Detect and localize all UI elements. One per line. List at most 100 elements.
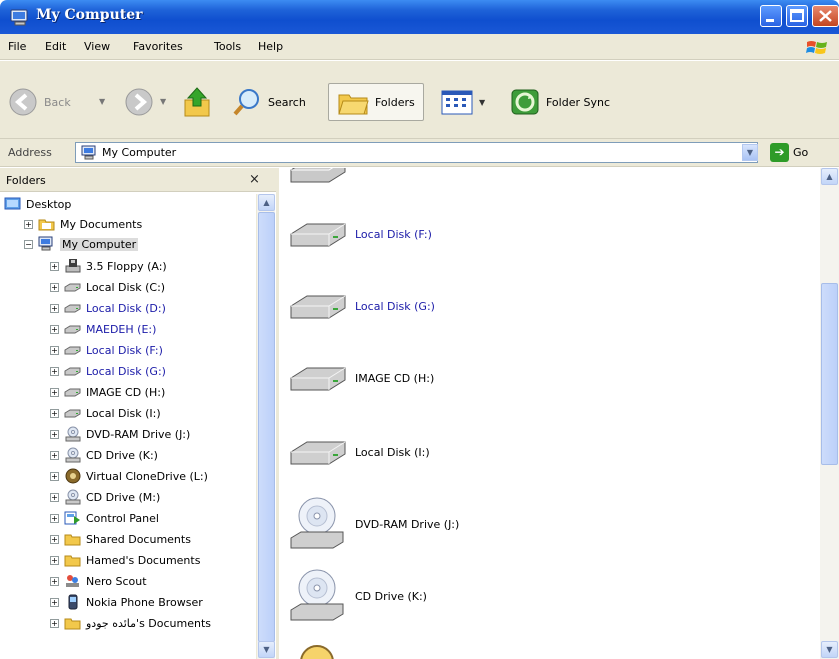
menu-view[interactable]: View	[84, 40, 110, 53]
address-bar: Address My Computer ▼ ➔ Go	[0, 139, 839, 167]
tree-item-control-panel[interactable]: + Control Panel	[50, 508, 159, 528]
maximize-button[interactable]	[786, 5, 808, 27]
tree-item-my-computer[interactable]: − My Computer	[24, 234, 139, 254]
drive-item-h[interactable]: IMAGE CD (H:)	[287, 360, 434, 396]
expand-icon[interactable]: +	[50, 450, 59, 460]
expand-icon[interactable]: +	[50, 345, 59, 355]
tree-item-drive-i[interactable]: + Local Disk (I:)	[50, 403, 161, 423]
drive-item-i[interactable]: Local Disk (I:)	[287, 434, 430, 470]
expand-icon[interactable]: +	[50, 492, 59, 502]
drive-item-partial[interactable]	[287, 168, 349, 190]
back-dropdown-icon[interactable]: ▼	[99, 97, 105, 106]
menu-bar: File Edit View Favorites Tools Help	[0, 34, 839, 60]
close-pane-icon[interactable]: ×	[249, 172, 260, 187]
expand-icon[interactable]: +	[50, 324, 59, 334]
tree-item-drive-f[interactable]: + Local Disk (F:)	[50, 340, 163, 360]
close-button[interactable]	[812, 5, 839, 27]
tree-label: IMAGE CD (H:)	[86, 385, 166, 399]
menu-help[interactable]: Help	[258, 40, 283, 53]
folders-pane-header: Folders ×	[0, 168, 276, 192]
folder-tree-scrollbar[interactable]: ▲ ▼	[256, 194, 275, 659]
tree-item-drive-g[interactable]: + Local Disk (G:)	[50, 361, 166, 381]
menu-edit[interactable]: Edit	[45, 40, 66, 53]
tree-item-persian-documents[interactable]: + مائده جودو's Documents	[50, 613, 211, 633]
scroll-up-button[interactable]: ▲	[258, 194, 275, 211]
folder-icon	[64, 618, 81, 630]
tree-item-desktop[interactable]: Desktop	[4, 194, 71, 214]
tree-label: My Documents	[60, 217, 143, 231]
expand-icon[interactable]: +	[50, 618, 59, 628]
content-scrollbar[interactable]: ▲ ▼	[820, 168, 839, 659]
virtual-drive-icon	[65, 468, 81, 484]
views-button[interactable]: ▼	[441, 84, 485, 120]
expand-icon[interactable]: +	[50, 534, 59, 544]
drive-item-k[interactable]: CD Drive (K:)	[287, 566, 427, 626]
menu-tools[interactable]: Tools	[214, 40, 241, 53]
tree-item-drive-c[interactable]: + Local Disk (C:)	[50, 277, 165, 297]
tree-item-nokia-phone-browser[interactable]: + Nokia Phone Browser	[50, 592, 203, 612]
back-button[interactable]: Back	[8, 84, 71, 120]
folder-tree: Desktop + My Documents − My Computer + 3…	[0, 194, 255, 659]
drive-item-f[interactable]: Local Disk (F:)	[287, 216, 432, 252]
menu-file[interactable]: File	[8, 40, 26, 53]
tree-item-drive-e[interactable]: + MAEDEH (E:)	[50, 319, 156, 339]
expand-icon[interactable]: +	[50, 282, 59, 292]
folders-button[interactable]: Folders	[328, 83, 424, 121]
expand-icon[interactable]: +	[50, 597, 59, 607]
up-folder-button[interactable]	[182, 84, 212, 120]
tree-item-hameds-documents[interactable]: + Hamed's Documents	[50, 550, 200, 570]
tree-item-my-documents[interactable]: + My Documents	[24, 214, 142, 234]
expand-icon[interactable]: +	[50, 261, 59, 271]
scrollbar-thumb[interactable]	[821, 283, 838, 465]
forward-arrow-icon	[125, 88, 153, 116]
tree-item-drive-h[interactable]: + IMAGE CD (H:)	[50, 382, 165, 402]
tree-label: Hamed's Documents	[86, 553, 201, 567]
tree-item-drive-m[interactable]: + CD Drive (M:)	[50, 487, 160, 507]
scroll-down-button[interactable]: ▼	[821, 641, 838, 658]
folder-icon	[64, 555, 81, 567]
expand-icon[interactable]: +	[50, 555, 59, 565]
address-field[interactable]: My Computer	[75, 142, 758, 163]
drive-label: Local Disk (G:)	[355, 299, 435, 313]
expand-icon[interactable]: +	[24, 219, 33, 229]
tree-item-floppy[interactable]: + 3.5 Floppy (A:)	[50, 256, 167, 276]
go-button[interactable]: ➔ Go	[770, 143, 808, 162]
expand-icon[interactable]: +	[50, 429, 59, 439]
expand-icon[interactable]: +	[50, 366, 59, 376]
control-panel-icon	[64, 511, 80, 525]
search-button[interactable]: Search	[232, 84, 306, 120]
folder-sync-button[interactable]: Folder Sync	[510, 84, 610, 120]
scrollbar-thumb[interactable]	[258, 212, 275, 642]
drive-label: Local Disk (I:)	[355, 445, 430, 459]
tree-item-drive-l[interactable]: + Virtual CloneDrive (L:)	[50, 466, 208, 486]
up-folder-icon	[184, 87, 210, 117]
drive-label: Local Disk (F:)	[355, 227, 432, 241]
forward-button[interactable]	[124, 84, 154, 120]
back-label: Back	[44, 95, 71, 109]
tree-item-shared-documents[interactable]: + Shared Documents	[50, 529, 191, 549]
scroll-up-button[interactable]: ▲	[821, 168, 838, 185]
collapse-icon[interactable]: −	[24, 239, 33, 249]
hard-disk-icon	[64, 325, 81, 334]
tree-item-drive-k[interactable]: + CD Drive (K:)	[50, 445, 158, 465]
drive-item-j[interactable]: DVD-RAM Drive (J:)	[287, 494, 459, 554]
menu-favorites[interactable]: Favorites	[133, 40, 183, 53]
expand-icon[interactable]: +	[50, 513, 59, 523]
tree-item-drive-d[interactable]: + Local Disk (D:)	[50, 298, 166, 318]
drive-item-partial-bottom[interactable]	[287, 638, 349, 659]
expand-icon[interactable]: +	[50, 471, 59, 481]
tree-item-drive-j[interactable]: + DVD-RAM Drive (J:)	[50, 424, 190, 444]
optical-drive-icon	[65, 447, 81, 463]
scroll-down-button[interactable]: ▼	[258, 641, 275, 658]
tree-label: Local Disk (I:)	[86, 406, 161, 420]
expand-icon[interactable]: +	[50, 303, 59, 313]
expand-icon[interactable]: +	[50, 408, 59, 418]
minimize-button[interactable]	[760, 5, 782, 27]
address-dropdown-button[interactable]: ▼	[742, 144, 758, 161]
address-label: Address	[8, 146, 52, 159]
drive-item-g[interactable]: Local Disk (G:)	[287, 288, 435, 324]
forward-dropdown-icon[interactable]: ▼	[160, 97, 166, 106]
expand-icon[interactable]: +	[50, 576, 59, 586]
tree-item-nero-scout[interactable]: + Nero Scout	[50, 571, 147, 591]
expand-icon[interactable]: +	[50, 387, 59, 397]
